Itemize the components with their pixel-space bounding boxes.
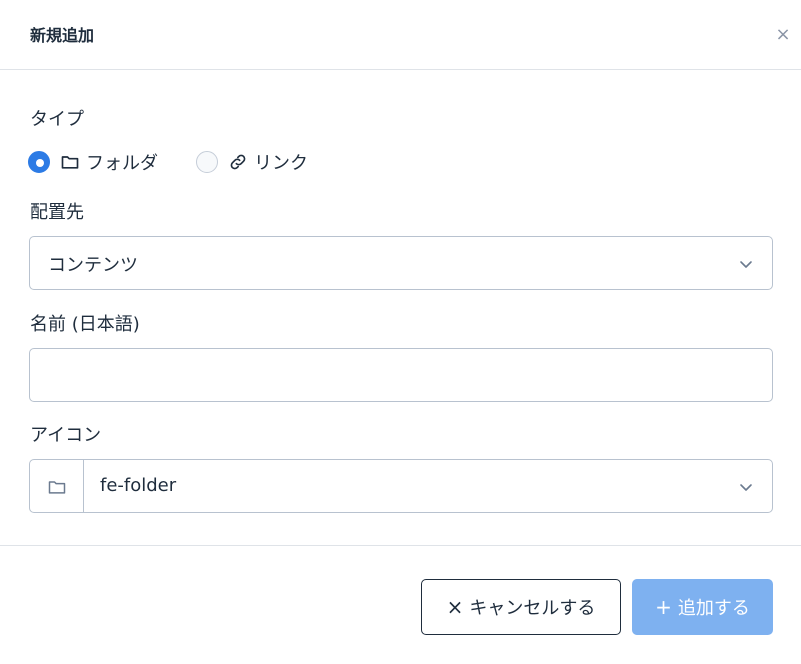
close-icon: × (446, 595, 464, 619)
icon-select-value: fe-folder (100, 475, 177, 496)
dialog-title: 新規追加 (30, 26, 95, 45)
type-label: タイプ (30, 109, 84, 130)
type-option-folder[interactable]: フォルダ (28, 149, 158, 175)
icon-select[interactable]: fe-folder (29, 459, 773, 513)
cancel-button[interactable]: × キャンセルする (421, 579, 621, 635)
chevron-down-icon (740, 261, 752, 268)
cancel-button-label: キャンセルする (469, 598, 596, 619)
folder-icon (61, 156, 79, 169)
icon-label: アイコン (30, 425, 102, 446)
icon-preview (30, 460, 84, 512)
close-icon[interactable]: × (772, 24, 794, 46)
location-select-value: コンテンツ (48, 255, 138, 276)
radio-link[interactable] (196, 151, 218, 173)
folder-icon (48, 481, 66, 494)
type-radio-group: フォルダ リンク (28, 149, 308, 175)
type-option-folder-label: フォルダ (86, 153, 158, 174)
add-button-label: 追加する (677, 598, 750, 619)
plus-icon: + (655, 595, 672, 619)
type-option-link[interactable]: リンク (196, 149, 308, 175)
footer-divider (0, 545, 801, 546)
dialog-header: 新規追加 × (0, 0, 801, 70)
add-button[interactable]: + 追加する (632, 579, 773, 635)
chevron-down-icon (740, 484, 752, 491)
add-new-dialog: 新規追加 × タイプ フォルダ リンク 配置先 コンテンツ 名前 (日本語) ア… (0, 0, 801, 664)
type-option-link-label: リンク (254, 153, 308, 174)
location-label: 配置先 (30, 202, 84, 223)
name-input[interactable] (29, 348, 773, 402)
name-label: 名前 (日本語) (30, 314, 140, 335)
radio-folder[interactable] (28, 151, 50, 173)
location-select[interactable]: コンテンツ (29, 236, 773, 290)
link-icon (230, 154, 246, 170)
